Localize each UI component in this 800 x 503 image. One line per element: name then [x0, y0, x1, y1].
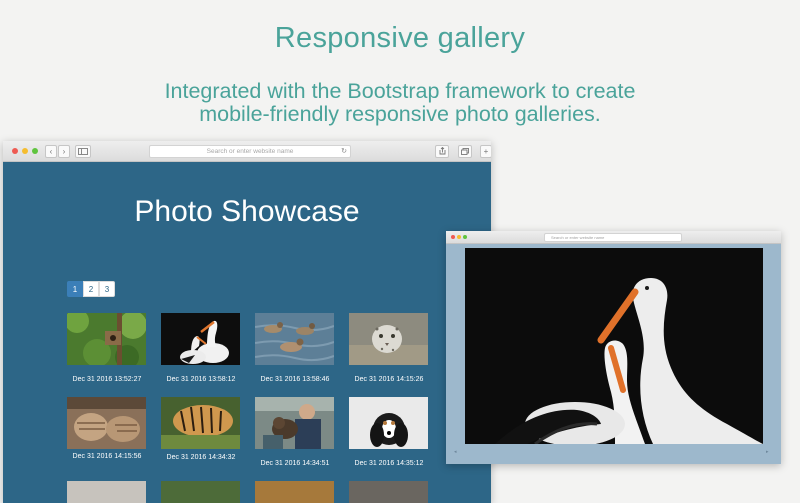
snow-leopard-photo: [349, 313, 428, 365]
subheadline-line-1: Integrated with the Bootstrap framework …: [164, 79, 636, 103]
previous-arrow-icon[interactable]: ◂: [454, 449, 457, 455]
minimize-window-button[interactable]: [457, 235, 461, 239]
tabs-icon: [461, 148, 469, 155]
photo-caption-8: Dec 31 2016 14:35:12: [354, 460, 424, 467]
photo-caption-2: Dec 31 2016 13:58:12: [166, 376, 236, 383]
address-bar[interactable]: Search or enter website name ↻: [149, 145, 351, 158]
reload-icon[interactable]: ↻: [341, 146, 347, 157]
minimize-window-button[interactable]: [22, 148, 28, 154]
headline: Responsive gallery: [274, 22, 526, 54]
gallery-thumbnail-8[interactable]: [349, 397, 428, 449]
browser-window-gallery: ‹ › Search or enter website name ↻ + Pho…: [3, 141, 491, 503]
lightbox-image[interactable]: [465, 248, 763, 444]
tabs-button[interactable]: [458, 145, 472, 158]
chevron-left-icon: ‹: [49, 147, 53, 156]
new-tab-button[interactable]: +: [480, 145, 491, 158]
photo-caption-5: Dec 31 2016 14:15:56: [72, 453, 142, 460]
pagination: 1 2 3: [67, 281, 115, 297]
subheadline: Integrated with the Bootstrap framework …: [0, 80, 800, 126]
storks-photo: [465, 248, 763, 444]
page-title: Photo Showcase: [134, 195, 360, 228]
browser-toolbar: ‹ › Search or enter website name ↻ +: [3, 141, 491, 162]
photo-caption-3: Dec 31 2016 13:58:46: [260, 376, 330, 383]
close-window-button[interactable]: [451, 235, 455, 239]
ducks-photo: [255, 313, 334, 365]
bird-on-branch-photo: [67, 313, 146, 365]
gallery-thumbnail-1[interactable]: [67, 313, 146, 365]
browser-toolbar-small: Search or enter website name: [446, 231, 781, 244]
sidebar-button[interactable]: [75, 145, 91, 158]
close-window-button[interactable]: [12, 148, 18, 154]
gallery-thumbnail-4[interactable]: [349, 313, 428, 365]
share-icon: [439, 146, 445, 155]
address-placeholder: Search or enter website name: [551, 235, 605, 240]
browser-window-lightbox: Search or enter website name ◂ ▸: [446, 231, 781, 464]
address-bar[interactable]: Search or enter website name: [544, 233, 682, 242]
gallery-thumbnail-2[interactable]: [161, 313, 240, 365]
zoom-window-button[interactable]: [32, 148, 38, 154]
page-link-3[interactable]: 3: [99, 281, 115, 297]
photo-caption-7: Dec 31 2016 14:34:51: [260, 460, 330, 467]
page-link-2[interactable]: 2: [83, 281, 99, 297]
share-button[interactable]: [435, 145, 449, 158]
tiger-photo: [161, 397, 240, 449]
plus-icon: +: [483, 147, 489, 156]
next-arrow-icon[interactable]: ▸: [766, 449, 769, 455]
cat-paws-photo: [67, 397, 146, 449]
gallery-thumbnail-3[interactable]: [255, 313, 334, 365]
storks-photo: [161, 313, 240, 365]
zoom-window-button[interactable]: [463, 235, 467, 239]
photo-caption-6: Dec 31 2016 14:34:32: [166, 454, 236, 461]
sidebar-icon: [78, 148, 88, 155]
page-link-1[interactable]: 1: [67, 281, 83, 297]
person-with-dog-photo: [255, 397, 334, 449]
spaniel-dog-photo: [349, 397, 428, 449]
back-button[interactable]: ‹: [45, 145, 57, 158]
forward-button[interactable]: ›: [58, 145, 70, 158]
photo-caption-4: Dec 31 2016 14:15:26: [354, 376, 424, 383]
chevron-right-icon: ›: [62, 147, 66, 156]
subheadline-line-2: mobile-friendly responsive photo galleri…: [199, 102, 601, 126]
gallery-thumbnail-6[interactable]: [161, 397, 240, 449]
address-placeholder: Search or enter website name: [206, 148, 294, 155]
photo-caption-1: Dec 31 2016 13:52:27: [72, 376, 142, 383]
gallery-thumbnail-7[interactable]: [255, 397, 334, 449]
gallery-thumbnail-5[interactable]: [67, 397, 146, 449]
